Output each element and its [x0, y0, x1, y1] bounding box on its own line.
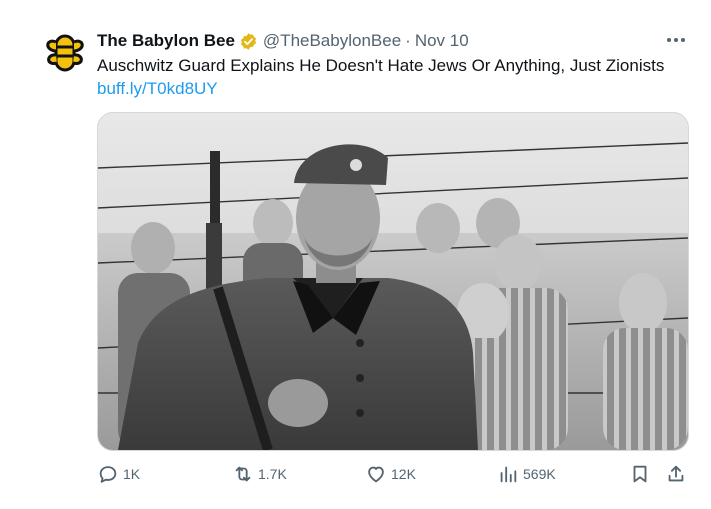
reply-icon: [99, 466, 117, 483]
tweet-image[interactable]: [97, 112, 689, 451]
more-dots-icon: [667, 38, 685, 42]
avatar[interactable]: [42, 30, 88, 76]
repost-count: 1.7K: [258, 466, 287, 482]
bee-logo-icon: [43, 31, 87, 75]
bookmark-button[interactable]: [629, 461, 651, 487]
heart-icon: [368, 466, 384, 483]
author-name[interactable]: The Babylon Bee: [97, 31, 235, 51]
tweet-card[interactable]: The Babylon Bee @TheBabylonBee · Nov 10 …: [0, 0, 711, 509]
views-chart-icon: [500, 466, 517, 483]
like-count: 12K: [391, 466, 416, 482]
tweet-date[interactable]: Nov 10: [415, 31, 469, 51]
author-handle[interactable]: @TheBabylonBee: [263, 31, 401, 51]
reply-count: 1K: [123, 466, 141, 482]
tweet-text: Auschwitz Guard Explains He Doesn't Hate…: [97, 56, 665, 75]
tweet-header: The Babylon Bee @TheBabylonBee · Nov 10: [97, 30, 469, 52]
tweet-actions: 1K 1.7K 12K 569K: [97, 461, 692, 487]
header-separator: ·: [405, 31, 411, 50]
like-button[interactable]: 12K: [365, 461, 416, 487]
repost-button[interactable]: 1.7K: [232, 461, 287, 487]
verified-badge-icon: [239, 32, 258, 51]
share-icon: [668, 465, 684, 482]
reply-button[interactable]: 1K: [97, 461, 140, 487]
share-button[interactable]: [665, 461, 687, 487]
bookmark-icon: [633, 465, 647, 483]
views-count: 569K: [523, 466, 556, 482]
more-options-button[interactable]: [662, 30, 690, 50]
tweet-link[interactable]: buff.ly/T0kd8UY: [97, 78, 218, 100]
views-button[interactable]: 569K: [497, 461, 556, 487]
repost-icon: [235, 466, 251, 482]
